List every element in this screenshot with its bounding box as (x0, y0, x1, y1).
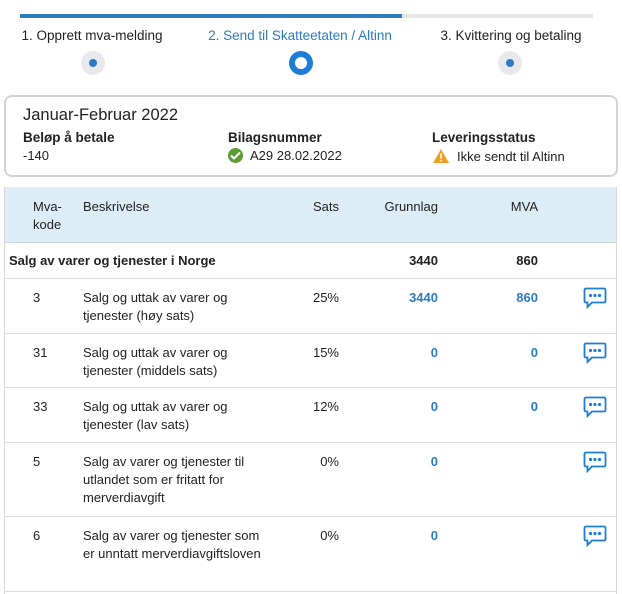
row-grunnlag-link[interactable]: 0 (431, 453, 438, 471)
row-beskrivelse: Salg og uttak av varer og tjenester (mid… (83, 345, 228, 378)
amount-value: -140 (23, 148, 50, 163)
amount-section: Beløp å betale -140 (23, 130, 115, 163)
row-sats: 25% (312, 290, 339, 305)
row-kode: 33 (33, 399, 48, 414)
voucher-value-row: A29 28.02.2022 (228, 148, 342, 163)
voucher-label: Bilagsnummer (228, 130, 322, 145)
step-indicator-dot (81, 51, 105, 75)
group-row: Salg av varer og tjenester i Norge 3440 … (5, 243, 616, 279)
comment-bubble-icon[interactable] (583, 451, 607, 473)
voucher-value[interactable]: A29 28.02.2022 (250, 148, 342, 163)
row-grunnlag-link[interactable]: 0 (431, 344, 438, 362)
delivery-section: Leveringsstatus Ikke sendt til Altinn (432, 130, 565, 164)
step-kvittering[interactable]: 3. Kvittering og betaling (436, 28, 586, 75)
table-row: 33 Salg og uttak av varer og tjenester (… (5, 388, 616, 443)
check-circle-icon (228, 148, 243, 163)
group-label: Salg av varer og tjenester i Norge (9, 253, 216, 268)
row-mva-link[interactable]: 0 (531, 398, 538, 416)
step-indicator-dot (289, 51, 313, 75)
header-mva-kode: Mva- kode (33, 198, 62, 234)
step-label: 1. Opprett mva-melding (21, 28, 163, 43)
table-header: Mva- kode Beskrivelse Sats Grunnlag MVA (5, 187, 616, 243)
delivery-label: Leveringsstatus (432, 130, 536, 145)
row-sats: 12% (312, 399, 339, 414)
row-grunnlag-link[interactable]: 0 (431, 527, 438, 545)
header-mva: MVA (510, 199, 538, 214)
row-grunnlag-link[interactable]: 3440 (409, 289, 438, 307)
delivery-value-row: Ikke sendt til Altinn (432, 148, 565, 164)
header-grunnlag: Grunnlag (384, 199, 438, 214)
row-beskrivelse: Salg og uttak av varer og tjenester (lav… (83, 399, 228, 432)
row-sats: 0% (320, 528, 339, 543)
row-sats: 15% (312, 345, 339, 360)
table-row: 31 Salg og uttak av varer og tjenester (… (5, 334, 616, 388)
row-sats: 0% (320, 454, 339, 469)
amount-label: Beløp å betale (23, 130, 115, 145)
row-mva-link[interactable]: 0 (531, 344, 538, 362)
period-title: Januar-Februar 2022 (23, 106, 179, 124)
comment-bubble-icon[interactable] (583, 287, 607, 309)
row-kode: 31 (33, 345, 48, 360)
step-opprett[interactable]: 1. Opprett mva-melding (17, 28, 167, 75)
table-row: 3 Salg og uttak av varer og tjenester (h… (5, 279, 616, 334)
step-label: 2. Send til Skatteetaten / Altinn (208, 28, 392, 43)
amount-value-row: -140 (23, 148, 115, 163)
row-kode: 5 (33, 454, 41, 469)
row-mva-link[interactable]: 860 (516, 289, 538, 307)
step-send[interactable]: 2. Send til Skatteetaten / Altinn (203, 28, 397, 75)
group-mva: 860 (516, 253, 538, 268)
delivery-value: Ikke sendt til Altinn (457, 148, 565, 164)
row-kode: 6 (33, 528, 41, 543)
vat-table: Mva- kode Beskrivelse Sats Grunnlag MVA … (4, 187, 617, 594)
row-beskrivelse: Salg av varer og tjenester som er unntat… (83, 528, 261, 561)
stepper-track (20, 14, 593, 18)
step-indicator-dot (498, 51, 522, 75)
comment-bubble-icon[interactable] (583, 342, 607, 364)
step-label: 3. Kvittering og betaling (440, 28, 582, 43)
header-mva-kode-line2: kode (33, 217, 62, 232)
comment-bubble-icon[interactable] (583, 396, 607, 418)
comment-bubble-icon[interactable] (583, 525, 607, 547)
header-mva-kode-line1: Mva- (33, 199, 62, 214)
row-beskrivelse: Salg og uttak av varer og tjenester (høy… (83, 290, 228, 323)
stepper-track-progress (20, 14, 402, 18)
header-sats: Sats (312, 199, 339, 214)
progress-stepper: 1. Opprett mva-melding 2. Send til Skatt… (0, 0, 622, 90)
header-beskrivelse: Beskrivelse (83, 199, 150, 214)
row-beskrivelse: Salg av varer og tjenester til utlandet … (83, 454, 245, 505)
row-kode: 3 (33, 290, 41, 305)
warning-triangle-icon (433, 149, 449, 163)
group-grunnlag: 3440 (409, 253, 438, 268)
table-row: 6 Salg av varer og tjenester som er unnt… (5, 517, 616, 592)
period-summary-card: Januar-Februar 2022 Beløp å betale -140 … (4, 95, 618, 177)
voucher-section: Bilagsnummer A29 28.02.2022 (228, 130, 342, 163)
row-grunnlag-link[interactable]: 0 (431, 398, 438, 416)
table-row: 5 Salg av varer og tjenester til utlande… (5, 443, 616, 517)
